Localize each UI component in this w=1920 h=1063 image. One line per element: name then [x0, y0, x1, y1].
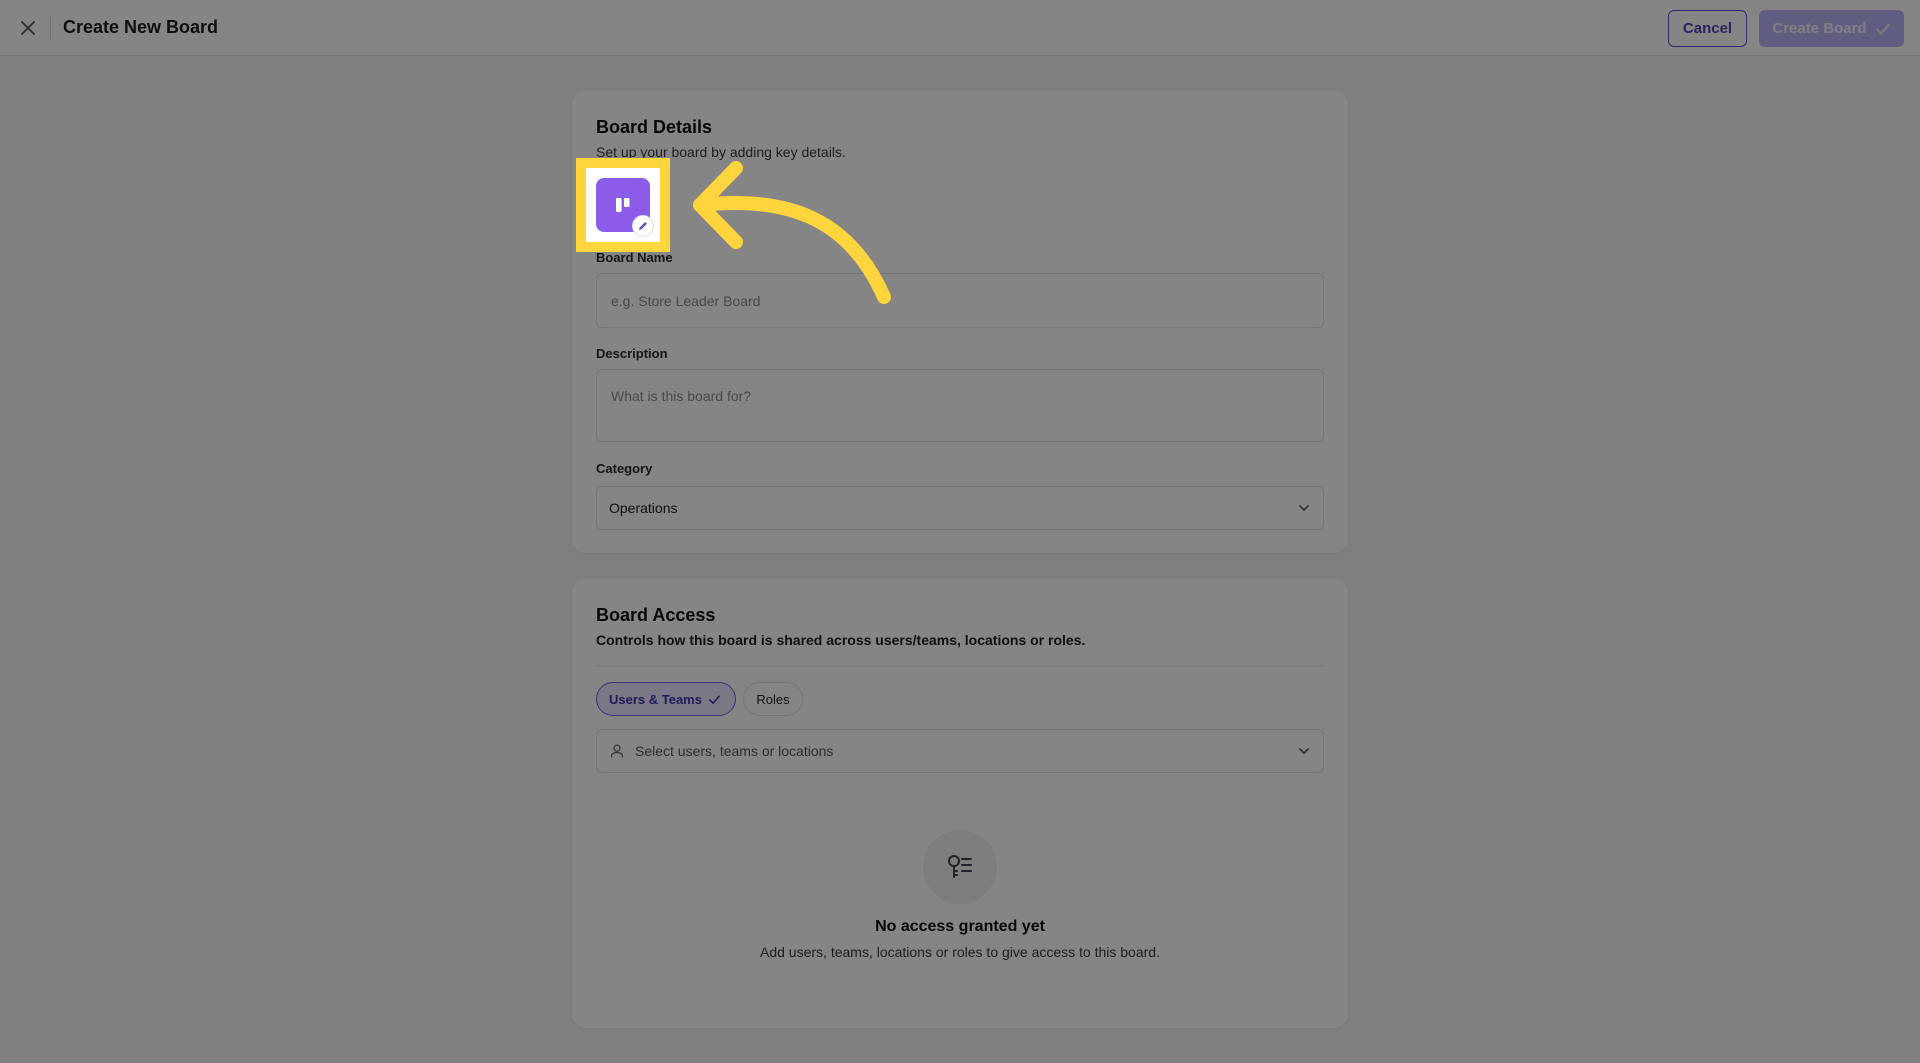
check-icon: [709, 694, 720, 704]
close-icon: [21, 21, 35, 35]
key-list-icon: [948, 855, 972, 878]
board-name-label: Board Name: [596, 250, 673, 265]
category-value: Operations: [609, 500, 678, 516]
user-icon: [610, 744, 624, 758]
header-divider: [50, 16, 51, 40]
board-columns-icon: [616, 198, 630, 212]
check-icon: [1875, 23, 1890, 34]
tab-roles[interactable]: Roles: [743, 682, 803, 716]
empty-state-illustration: [923, 830, 997, 904]
close-button[interactable]: [16, 16, 40, 40]
chevron-down-icon: [1299, 505, 1309, 511]
page-title: Create New Board: [63, 17, 219, 37]
highlighted-edit-icon-button[interactable]: [632, 215, 654, 237]
board-access-subtitle: Controls how this board is shared across…: [596, 632, 1086, 648]
category-select[interactable]: Operations: [596, 486, 1324, 530]
create-board-label: Create Board: [1772, 20, 1867, 37]
description-textarea[interactable]: [596, 369, 1324, 442]
tab-users-teams[interactable]: Users & Teams: [596, 682, 736, 716]
empty-state-title: No access granted yet: [875, 918, 1045, 935]
board-name-input[interactable]: [596, 273, 1324, 328]
board-details-title: Board Details: [596, 117, 713, 137]
tab-roles-label: Roles: [756, 691, 790, 707]
access-select-placeholder: Select users, teams or locations: [635, 743, 834, 759]
pencil-icon: [639, 222, 647, 230]
cancel-button[interactable]: Cancel: [1668, 10, 1747, 47]
tab-users-teams-label: Users & Teams: [609, 691, 702, 707]
top-bar: Create New Board Cancel Create Board: [0, 0, 1920, 56]
create-board-button[interactable]: Create Board: [1759, 10, 1904, 47]
empty-state-subtitle: Add users, teams, locations or roles to …: [760, 944, 1160, 960]
chevron-down-icon: [1299, 748, 1309, 754]
board-details-card: Board Details Set up your board by addin…: [572, 90, 1348, 553]
access-select[interactable]: Select users, teams or locations: [596, 729, 1324, 773]
description-label: Description: [596, 346, 668, 361]
category-label: Category: [596, 461, 653, 476]
board-access-title: Board Access: [596, 605, 716, 625]
section-divider: [596, 666, 1324, 667]
board-access-card: Board Access Controls how this board is …: [572, 578, 1348, 1028]
